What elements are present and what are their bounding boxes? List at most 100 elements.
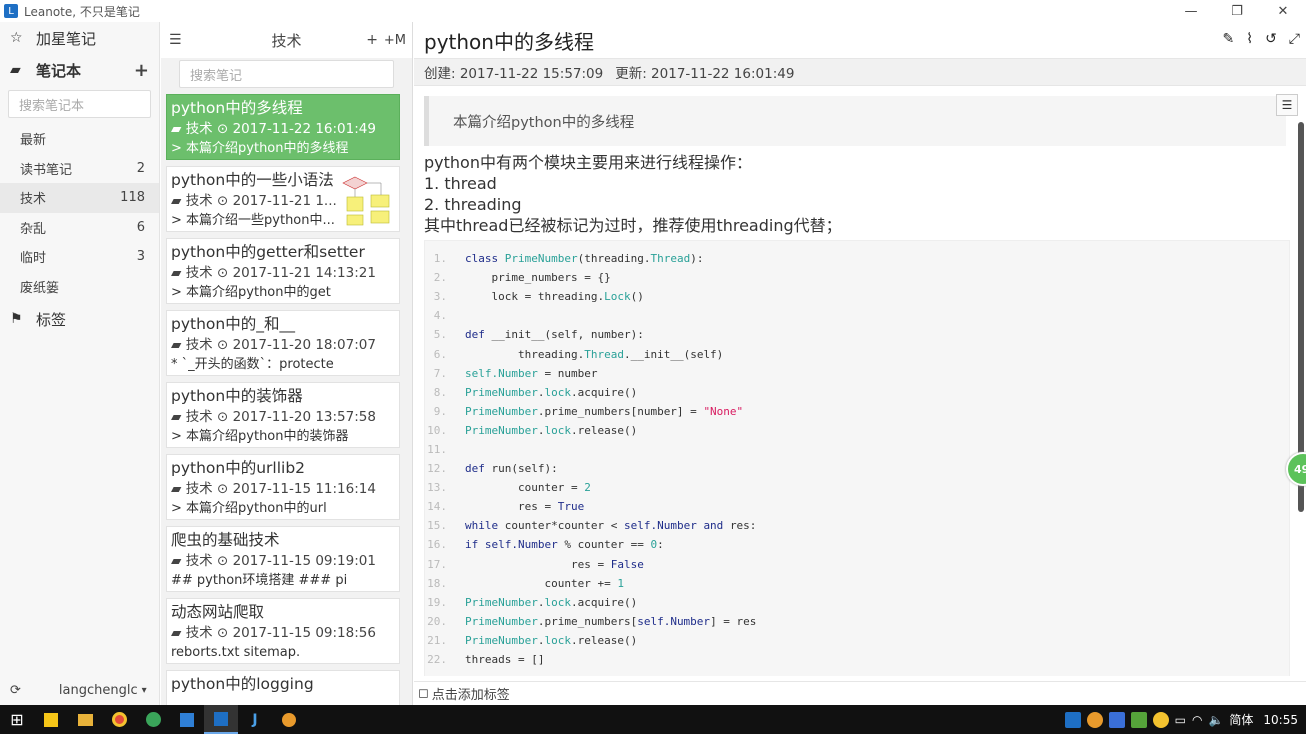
volume-icon[interactable]: 🔈 <box>1208 713 1223 727</box>
new-markdown-note-button[interactable]: +M <box>384 33 406 48</box>
note-meta: ▰ 技术 ⊙ 2017-11-20 13:57:58 <box>171 409 376 425</box>
note-card[interactable]: python中的logging <box>166 670 400 705</box>
notebook-item-temp[interactable]: 临时 3 <box>0 242 159 272</box>
minimize-button[interactable]: — <box>1168 0 1214 22</box>
note-desc: ## python环境搭建 ### pi <box>171 573 348 588</box>
visual-studio-icon[interactable] <box>170 705 204 734</box>
window-titlebar: L Leanote, 不只是笔记 — ❐ ✕ <box>0 0 1306 22</box>
leanote-taskbar-icon[interactable] <box>204 705 238 734</box>
note-title: python中的多线程 <box>171 99 303 117</box>
notebook-count: 2 <box>136 160 145 176</box>
note-editor: python中的多线程 ✎ ⌇ ↺ ⤢ 创建: 2017-11-22 15:57… <box>414 22 1306 705</box>
note-title: 动态网站爬取 <box>171 603 265 621</box>
ime-indicator[interactable]: 简体 <box>1229 711 1253 728</box>
note-card[interactable]: python中的装饰器 ▰ 技术 ⊙ 2017-11-20 13:57:58 >… <box>166 382 400 448</box>
note-desc: > 本篇介绍python中的装饰器 <box>171 429 349 444</box>
leanote-app-icon: L <box>4 4 18 18</box>
notebooks-header[interactable]: ▰ 笔记本 + <box>0 54 159 86</box>
note-title: python中的一些小语法 <box>171 171 334 189</box>
tag-bar[interactable]: ◻ 点击添加标签 <box>414 681 1306 705</box>
wifi-icon[interactable]: ◠ <box>1192 713 1202 727</box>
note-card[interactable]: python中的urllib2 ▰ 技术 ⊙ 2017-11-15 11:16:… <box>166 454 400 520</box>
note-content[interactable]: 本篇介绍python中的多线程 python中有两个模块主要用来进行线程操作： … <box>414 86 1306 676</box>
note-meta: ▰ 技术 ⊙ 2017-11-21 14:13:21 <box>171 265 376 281</box>
jetbrains-icon[interactable]: J <box>238 705 272 734</box>
star-icon: ☆ <box>10 30 23 46</box>
note-card[interactable]: python中的getter和setter ▰ 技术 ⊙ 2017-11-21 … <box>166 238 400 304</box>
fullscreen-icon[interactable]: ⤢ <box>1289 31 1300 47</box>
tray-app-icon[interactable] <box>1130 711 1147 728</box>
note-card[interactable]: 爬虫的基础技术 ▰ 技术 ⊙ 2017-11-15 09:19:01 ## py… <box>166 526 400 592</box>
starred-notes-item[interactable]: ☆ 加星笔记 <box>0 22 159 54</box>
note-card[interactable]: python中的一些小语法 ▰ 技术 ⊙ 2017-11-21 1... > 本… <box>166 166 400 232</box>
edit-icon[interactable]: ✎ <box>1222 31 1234 47</box>
browser-icon[interactable] <box>136 705 170 734</box>
chrome-icon[interactable] <box>102 705 136 734</box>
tray-app-icon[interactable] <box>1086 711 1103 728</box>
notebook-item-misc[interactable]: 杂乱 6 <box>0 213 159 243</box>
list-view-icon[interactable]: ☰ <box>169 32 182 48</box>
note-desc: > 本篇介绍一些python中... <box>171 213 335 228</box>
tags-item[interactable]: ⚑ 标签 <box>0 303 159 335</box>
sticky-notes-icon[interactable] <box>34 705 68 734</box>
note-desc: > 本篇介绍python中的多线程 <box>171 141 349 156</box>
new-note-button[interactable]: + <box>366 32 378 48</box>
note-desc: > 本篇介绍python中的get <box>171 285 331 300</box>
clock[interactable]: 10:55 <box>1263 713 1298 727</box>
note-desc: > 本篇介绍python中的url <box>171 501 327 516</box>
notebook-label: 技术 <box>20 192 47 208</box>
app-icon[interactable] <box>272 705 306 734</box>
note-card[interactable]: python中的_和__ ▰ 技术 ⊙ 2017-11-20 18:07:07 … <box>166 310 400 376</box>
close-button[interactable]: ✕ <box>1260 0 1306 22</box>
notebook-label: 最新 <box>20 133 47 149</box>
note-title-input[interactable]: python中的多线程 <box>424 26 594 55</box>
flowchart-thumbnail <box>337 173 395 229</box>
notebook-item-trash[interactable]: 废纸篓 <box>0 272 159 302</box>
note-meta: ▰ 技术 ⊙ 2017-11-15 09:18:56 <box>171 625 376 641</box>
system-tray: ▭ ◠ 🔈 简体 10:55 <box>1064 705 1298 734</box>
starred-label: 加星笔记 <box>36 29 97 48</box>
note-desc: reborts.txt sitemap. <box>171 645 301 660</box>
note-title: python中的logging <box>171 675 314 693</box>
notebook-search-input[interactable]: 搜索笔记本 <box>8 90 151 118</box>
username[interactable]: langchenglc <box>59 683 138 698</box>
tray-app-icon[interactable] <box>1108 711 1125 728</box>
note-title-bar: python中的多线程 ✎ ⌇ ↺ ⤢ <box>414 22 1306 58</box>
notebook-count: 6 <box>136 219 145 235</box>
chevron-down-icon[interactable]: ▾ <box>142 685 147 696</box>
windows-start-icon[interactable]: ⊞ <box>0 705 34 734</box>
created-time: 创建: 2017-11-22 15:57:09 <box>424 66 604 82</box>
tray-app-icon[interactable] <box>1152 711 1169 728</box>
sync-icon[interactable]: ⟳ <box>10 683 21 698</box>
leanote-tray-icon[interactable] <box>1064 711 1081 728</box>
note-card[interactable]: 动态网站爬取 ▰ 技术 ⊙ 2017-11-15 09:18:56 rebort… <box>166 598 400 664</box>
notebook-label: 临时 <box>20 251 47 267</box>
toc-menu-icon[interactable]: ☰ <box>1276 94 1298 116</box>
note-desc: * `_开头的函数`：protecte <box>171 357 334 372</box>
code-block: 1. class PrimeNumber (threading. Thread): 2… <box>424 240 1290 676</box>
tags-label: 标签 <box>36 310 67 329</box>
note-title: python中的urllib2 <box>171 459 306 477</box>
add-tag-placeholder[interactable]: 点击添加标签 <box>432 684 510 703</box>
blockquote: 本篇介绍python中的多线程 <box>424 96 1286 146</box>
note-title: python中的getter和setter <box>171 243 365 261</box>
note-meta: ▰ 技术 ⊙ 2017-11-21 1... <box>171 193 336 209</box>
note-search-input[interactable]: 搜索笔记 <box>179 60 394 88</box>
notebook-item-tech[interactable]: 技术 118 <box>0 183 159 213</box>
note-card[interactable]: python中的多线程 ▰ 技术 ⊙ 2017-11-22 16:01:49 >… <box>166 94 400 160</box>
windows-taskbar: ⊞ J ▭ ◠ 🔈 简体 10:55 <box>0 705 1306 734</box>
notebook-label: 读书笔记 <box>20 162 73 178</box>
updated-time: 更新: 2017-11-22 16:01:49 <box>615 66 795 82</box>
sidebar: ☆ 加星笔记 ▰ 笔记本 + 搜索笔记本 最新 读书笔记 2 技术 118 杂乱… <box>0 22 160 705</box>
battery-icon[interactable]: ▭ <box>1175 713 1186 727</box>
note-meta: ▰ 技术 ⊙ 2017-11-15 09:19:01 <box>171 553 376 569</box>
notebook-count: 3 <box>136 249 145 265</box>
notebook-item-reading[interactable]: 读书笔记 2 <box>0 154 159 184</box>
add-notebook-button[interactable]: + <box>134 60 149 81</box>
history-icon[interactable]: ↺ <box>1265 31 1277 47</box>
tag-icon: ◻ <box>418 686 429 701</box>
maximize-button[interactable]: ❐ <box>1214 0 1260 22</box>
file-explorer-icon[interactable] <box>68 705 102 734</box>
notebook-item-latest[interactable]: 最新 <box>0 124 159 154</box>
attachment-icon[interactable]: ⌇ <box>1246 31 1253 47</box>
